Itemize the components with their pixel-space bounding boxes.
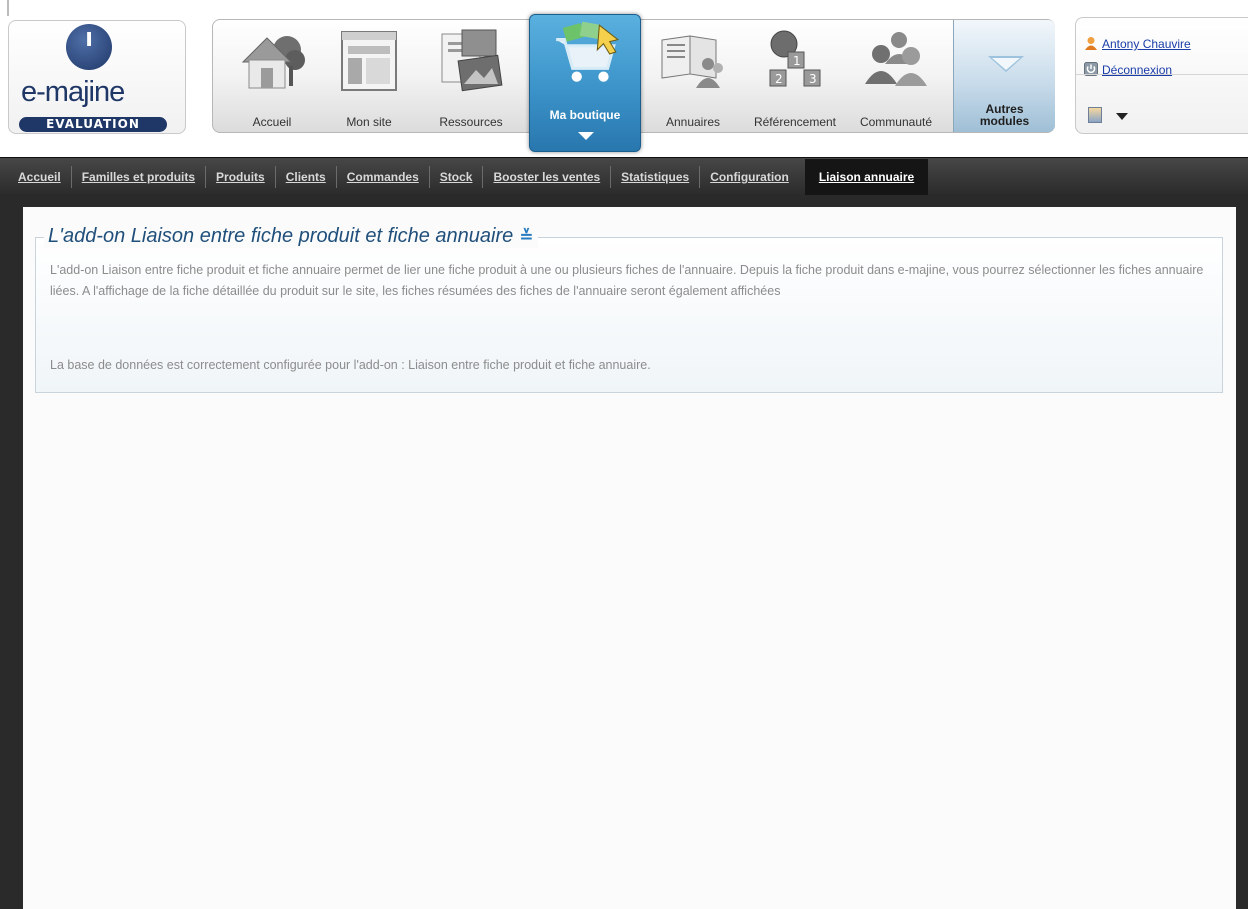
subnav-item-clients[interactable]: Clients	[276, 166, 337, 188]
autres-modules-button[interactable]: Autres modules	[953, 20, 1055, 132]
window-edge	[7, 0, 9, 16]
module-label: Ma boutique	[549, 108, 621, 122]
content-frame: L'add-on Liaison entre fiche produit et …	[0, 195, 1248, 909]
logo[interactable]: ᑊ e-majine EVALUATION	[8, 20, 186, 134]
user-icon	[1085, 37, 1097, 50]
dog-head-logo-icon: ᑊ	[66, 24, 112, 70]
subnav-bar: Accueil Familles et produits Produits Cl…	[0, 157, 1248, 196]
subnav-item-booster-les-ventes[interactable]: Booster les ventes	[483, 166, 612, 188]
module-label: Annuaires	[665, 115, 721, 129]
evaluation-badge: EVALUATION	[19, 117, 167, 132]
svg-text:1: 1	[793, 54, 801, 68]
autres-modules-label: Autres modules	[979, 102, 1030, 128]
addon-description: L'add-on Liaison entre fiche produit et …	[50, 263, 1204, 298]
module-label: Accueil	[252, 115, 292, 129]
subnav-item-configuration[interactable]: Configuration	[700, 166, 799, 188]
module-communaute[interactable]: Communauté	[847, 20, 945, 132]
avatar-icon[interactable]	[1088, 107, 1102, 123]
subnav-item-accueil[interactable]: Accueil	[10, 166, 72, 188]
module-label: Ressources	[439, 115, 503, 129]
module-mon-site[interactable]: Mon site	[321, 20, 417, 132]
module-annuaires[interactable]: Annuaires	[645, 20, 741, 132]
config-status-text: La base de données est correctement conf…	[50, 358, 651, 372]
subnav-item-produits[interactable]: Produits	[206, 166, 276, 188]
subnav-item-familles-et-produits[interactable]: Familles et produits	[72, 166, 207, 188]
module-label: Mon site	[346, 115, 392, 129]
documents-image-icon	[441, 29, 503, 92]
module-label: Communauté	[859, 115, 933, 129]
website-layout-icon	[341, 31, 397, 91]
module-ressources[interactable]: Ressources	[417, 20, 525, 132]
award-ranking-icon: 1 2 3	[769, 30, 821, 87]
subnav-item-statistiques[interactable]: Statistiques	[611, 166, 701, 188]
svg-text:3: 3	[809, 72, 817, 86]
collapse-toggle-icon[interactable]: ≚	[519, 227, 533, 247]
logo-text: e-majine	[21, 76, 125, 108]
user-panel: Antony Chauvire Déconnexion	[1075, 17, 1248, 134]
module-ma-boutique[interactable]: Ma boutique	[529, 14, 641, 152]
top-header: ᑊ e-majine EVALUATION Accueil Mon site R…	[0, 0, 1248, 158]
chevron-down-icon	[578, 132, 594, 140]
module-label: Référencement	[753, 115, 837, 129]
module-accueil[interactable]: Accueil	[223, 20, 321, 132]
addon-info-panel: L'add-on Liaison entre fiche produit et …	[35, 225, 1223, 393]
subnav-item-commandes[interactable]: Commandes	[337, 166, 430, 188]
book-people-icon	[661, 35, 723, 88]
user-menu-dropdown-icon[interactable]	[1116, 113, 1128, 120]
house-tree-icon	[241, 36, 305, 89]
shopping-cart-icon	[556, 21, 620, 82]
module-referencement[interactable]: 1 2 3 Référencement	[743, 20, 847, 132]
panel-title: L'add-on Liaison entre fiche produit et …	[44, 225, 538, 248]
main-content: L'add-on Liaison entre fiche produit et …	[23, 207, 1236, 909]
user-profile-link[interactable]: Antony Chauvire	[1084, 36, 1191, 51]
divider	[1076, 74, 1248, 75]
subnav-item-liaison-annuaire[interactable]: Liaison annuaire	[804, 158, 929, 196]
subnav-item-stock[interactable]: Stock	[430, 166, 484, 188]
svg-text:2: 2	[775, 72, 783, 86]
people-group-icon	[865, 32, 927, 86]
subnav-items: Accueil Familles et produits Produits Cl…	[10, 158, 929, 196]
